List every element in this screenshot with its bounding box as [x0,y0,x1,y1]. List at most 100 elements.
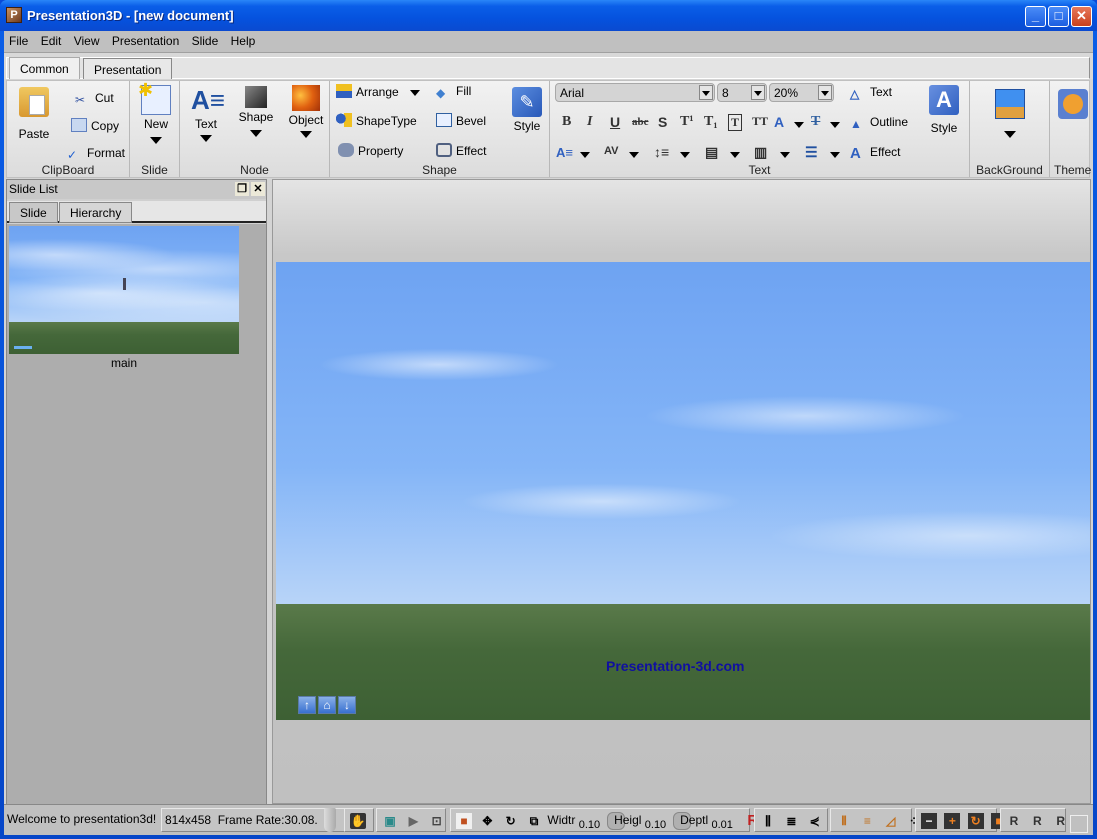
superscript-button[interactable]: T¹ [680,114,694,130]
title-bar[interactable]: P Presentation3D - [new document] _ □ ✕ [0,0,1097,31]
strikethrough-button[interactable]: abc [632,116,649,128]
text-height-button[interactable]: TT [752,114,768,129]
menu-file[interactable]: File [5,31,32,48]
align-middle-icon[interactable]: ≡ [859,813,875,829]
pan-tool[interactable]: ✋ [344,808,374,832]
play-icon[interactable]: ▶ [405,813,421,829]
website-text[interactable]: Presentation-3d.com [606,658,744,674]
menu-presentation[interactable]: Presentation [108,31,183,48]
dropdown-arrow-icon[interactable] [680,152,690,158]
nav-home-button[interactable]: ⌂ [318,696,336,714]
fill-button[interactable]: ◆ Fill [436,82,471,100]
reset-position-icon[interactable]: R [1006,813,1022,829]
nav-up-button[interactable]: ↑ [298,696,316,714]
node-object-button[interactable]: Object [284,85,328,141]
underline-button[interactable]: U [610,114,620,130]
restore-panel-icon[interactable]: ❐ [235,182,249,196]
paragraph-align-icon[interactable]: ▤ [705,144,718,161]
text-spacing-button[interactable]: T [811,114,820,130]
camera-icon[interactable]: ▣ [382,813,398,829]
bold-button[interactable]: B [562,114,571,130]
align-bottom-icon[interactable]: ⫴ [836,813,852,829]
nav-down-button[interactable]: ↓ [338,696,356,714]
reset-rotation-icon[interactable]: R [1029,813,1045,829]
text-fill-button[interactable]: △ Text [850,83,892,101]
format-painter-button[interactable]: ✓ Format [67,144,125,162]
dropdown-arrow-icon[interactable] [780,152,790,158]
reset-scale-icon[interactable]: R [1053,813,1069,829]
menu-help[interactable]: Help [227,31,260,48]
dropdown-arrow-icon[interactable] [830,152,840,158]
refresh-icon[interactable]: ↻ [967,812,984,829]
rotate-icon[interactable]: ↻ [503,813,519,829]
arrange-button[interactable]: Arrange [336,83,421,101]
cut-button[interactable]: ✂ Cut [75,89,114,107]
align-lines-icon[interactable]: ≣ [783,813,799,829]
minimize-button[interactable]: _ [1025,6,1046,27]
fullscreen-icon[interactable]: ⊡ [429,813,445,829]
ribbon: Paste ✂ Cut Copy ✓ Format ClipBoard ✱ New … [6,80,1091,178]
height-value[interactable]: 0.10 [645,814,673,836]
scale-icon[interactable]: ⧉ [526,813,542,829]
shapetype-button[interactable]: ShapeType [336,112,417,130]
depth-value[interactable]: 0.01 [711,814,739,836]
zoom-value: 20% [774,86,799,100]
columns-icon[interactable]: ▥ [754,144,767,161]
width-value[interactable]: 0.10 [579,814,607,836]
dropdown-arrow-icon[interactable] [629,152,639,158]
text-style-button[interactable]: A Style [924,85,964,135]
maximize-button[interactable]: □ [1048,6,1069,27]
bevel-button[interactable]: Bevel [436,112,486,130]
theme-button[interactable] [1057,89,1089,121]
copy-button[interactable]: Copy [71,117,119,135]
menu-edit[interactable]: Edit [37,31,66,48]
text-outline-style-button[interactable]: A [774,114,784,130]
text-effect-button[interactable]: A Effect [850,143,900,162]
shape-effect-button[interactable]: Effect [436,142,486,160]
text-outline-button[interactable]: ▲ Outline [850,113,908,131]
line-spacing-icon[interactable]: ↕≡ [654,144,669,160]
dropdown-arrow-icon[interactable] [830,122,840,128]
node-shape-button[interactable]: Shape [234,83,278,140]
minus-icon[interactable]: − [921,812,937,829]
property-button[interactable]: Property [338,142,403,160]
dropdown-arrow-icon [751,85,765,100]
dropdown-arrow-icon[interactable] [730,152,740,158]
tab-hierarchy[interactable]: Hierarchy [59,202,133,223]
shape-style-button[interactable]: ✎ Style [508,87,546,133]
shadow-button[interactable]: S [658,114,667,130]
new-slide-button[interactable]: ✱ New [136,80,176,147]
align-text-icon[interactable]: A≡ [556,145,573,160]
fan-icon[interactable]: ⋞ [807,813,823,829]
align-ramp-icon[interactable]: ◿ [883,813,899,829]
tab-slide[interactable]: Slide [9,202,58,223]
distribute-icon[interactable]: ⫼ [760,813,776,829]
tab-presentation[interactable]: Presentation [83,58,173,79]
menu-bar: File Edit View Presentation Slide Help [4,31,1093,53]
italic-button[interactable]: I [587,114,592,130]
text-box-button[interactable]: T [728,114,743,131]
zoom-select[interactable]: 20% [769,83,834,102]
close-button[interactable]: ✕ [1071,6,1092,27]
background-button[interactable] [990,89,1030,141]
menu-slide[interactable]: Slide [188,31,223,48]
font-family-select[interactable]: Arial [555,83,715,102]
char-spacing-icon[interactable]: AV [604,145,618,157]
plus-icon[interactable]: + [944,812,961,829]
dropdown-arrow-icon[interactable] [580,152,590,158]
node-text-button[interactable]: A≡ Text [186,85,226,145]
font-size-select[interactable]: 8 [717,83,767,102]
move-icon[interactable]: ✥ [479,813,495,829]
dropdown-arrow-icon[interactable] [794,122,804,128]
bullet-list-icon[interactable]: ☰ [805,144,818,161]
paste-button[interactable]: Paste [13,87,55,141]
3d-canvas[interactable]: Presentation-3d.com ↑ ⌂ ↓ [276,262,1090,720]
subscript-button[interactable]: T₁ [704,114,718,130]
slider-handle[interactable] [324,808,336,832]
resize-grip[interactable] [1070,815,1088,833]
close-panel-icon[interactable]: ✕ [251,182,265,196]
slide-thumbnail[interactable] [9,226,239,354]
tab-common[interactable]: Common [9,57,80,79]
object-select-icon[interactable]: ■ [456,812,472,829]
menu-view[interactable]: View [70,31,104,48]
